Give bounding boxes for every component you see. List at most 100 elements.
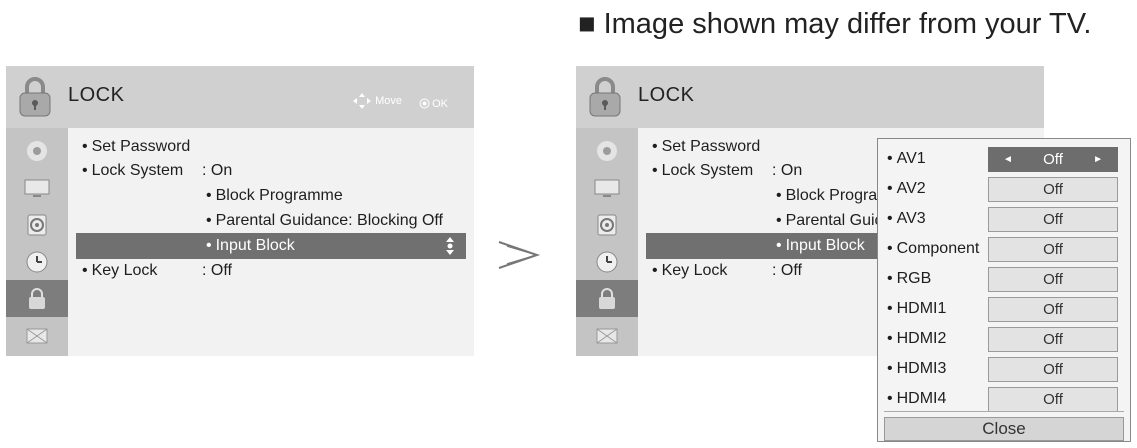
menu-content: Set Password Lock System : On Block Prog… — [68, 128, 474, 356]
input-value-selector[interactable]: Off — [988, 387, 1118, 412]
sidebar-item-time[interactable] — [576, 243, 638, 280]
lock-icon — [19, 77, 51, 117]
input-label: HDMI1 — [887, 300, 947, 318]
sidebar-item-lock[interactable] — [6, 280, 68, 317]
menu-item-block-programme[interactable]: Block Programme — [68, 183, 474, 209]
disclaimer-text: Image shown may differ from your TV. — [603, 8, 1092, 40]
lock-icon — [589, 77, 621, 117]
input-value: Off — [1043, 301, 1063, 318]
popup-divider — [884, 411, 1124, 412]
transition-arrow-icon — [498, 241, 541, 269]
audio-icon — [27, 214, 47, 235]
sidebar-item-setup[interactable] — [6, 132, 68, 169]
picture-icon — [594, 179, 620, 197]
menu-header: LOCK — [576, 66, 1044, 128]
input-label: AV1 — [887, 150, 926, 168]
move-hint-label: Move — [375, 95, 403, 107]
move-arrows-icon — [353, 93, 372, 109]
menu-item-lock-system[interactable]: Lock System : On — [68, 158, 474, 184]
input-row-rgb[interactable]: RGB Off — [878, 266, 1130, 292]
input-value-selector[interactable]: Off — [988, 267, 1118, 292]
input-value: Off — [1043, 181, 1063, 198]
ok-hint-label: OK — [432, 97, 448, 110]
sidebar-item-picture[interactable] — [576, 169, 638, 206]
input-value-selector[interactable]: Off — [988, 297, 1118, 322]
sidebar-item-audio[interactable] — [576, 206, 638, 243]
usb-icon — [596, 328, 618, 343]
square-bullet: ■ — [578, 8, 596, 40]
menu-title: LOCK — [68, 84, 125, 106]
disclaimer-note: ■ Image shown may differ from your TV. — [578, 8, 1091, 41]
audio-icon — [597, 214, 617, 235]
input-value: Off — [1043, 151, 1063, 168]
input-label: HDMI4 — [887, 390, 947, 408]
input-value-selector[interactable]: ◄ Off ► — [988, 147, 1118, 172]
setup-icon — [27, 140, 47, 161]
menu-item-set-password[interactable]: Set Password — [68, 134, 474, 160]
scroll-indicator-icon — [446, 237, 454, 255]
input-value: Off — [1043, 241, 1063, 258]
input-value: Off — [1043, 391, 1063, 408]
input-row-hdmi1[interactable]: HDMI1 Off — [878, 296, 1130, 322]
sidebar-item-lock[interactable] — [576, 280, 638, 317]
sidebar-item-usb[interactable] — [576, 317, 638, 354]
time-icon — [26, 251, 48, 272]
lock-icon — [599, 287, 615, 309]
block-programme-label: Block Progra — [776, 187, 878, 205]
input-value-selector[interactable]: Off — [988, 177, 1118, 202]
input-row-av1[interactable]: AV1 ◄ Off ► — [878, 146, 1130, 172]
set-password-label: Set Password — [82, 138, 191, 156]
lock-system-label: Lock System — [652, 162, 754, 180]
input-block-popup: AV1 ◄ Off ► AV2 Off AV3 Off Component Of… — [877, 138, 1131, 442]
menu-item-parental-guidance[interactable]: Parental Guidance: Blocking Off — [68, 208, 474, 234]
menu-title: LOCK — [638, 84, 695, 106]
input-label: AV3 — [887, 210, 926, 228]
category-sidebar — [576, 128, 638, 356]
input-row-hdmi4[interactable]: HDMI4 Off — [878, 386, 1130, 412]
input-value-selector[interactable]: Off — [988, 327, 1118, 352]
input-value-selector[interactable]: Off — [988, 357, 1118, 382]
input-value-selector[interactable]: Off — [988, 237, 1118, 262]
key-lock-value: : Off — [202, 262, 232, 279]
input-block-label: Input Block — [206, 237, 295, 255]
input-row-hdmi2[interactable]: HDMI2 Off — [878, 326, 1130, 352]
input-row-hdmi3[interactable]: HDMI3 Off — [878, 356, 1130, 382]
lock-system-label: Lock System — [82, 162, 184, 180]
input-value: Off — [1043, 331, 1063, 348]
sidebar-item-time[interactable] — [6, 243, 68, 280]
usb-icon — [26, 328, 48, 343]
close-button[interactable]: Close — [884, 417, 1124, 441]
parental-guidance-label: Parental Guic — [776, 212, 883, 230]
sidebar-item-setup[interactable] — [576, 132, 638, 169]
parental-guidance-label: Parental Guidance: Blocking Off — [206, 212, 443, 230]
input-value: Off — [1043, 271, 1063, 288]
time-icon — [596, 251, 618, 272]
sidebar-item-usb[interactable] — [6, 317, 68, 354]
sidebar-item-audio[interactable] — [6, 206, 68, 243]
input-row-av3[interactable]: AV3 Off — [878, 206, 1130, 232]
lock-menu-panel: LOCK Move OK • Set Password • Lock Syste… — [6, 66, 474, 356]
input-row-component[interactable]: Component Off — [878, 236, 1130, 262]
right-arrow-icon[interactable]: ► — [1093, 148, 1103, 171]
left-arrow-icon[interactable]: ◄ — [1003, 148, 1013, 171]
category-sidebar — [6, 128, 68, 356]
input-value: Off — [1043, 211, 1063, 228]
picture-icon — [24, 179, 50, 197]
menu-header: LOCK Move OK — [6, 66, 474, 128]
input-label: HDMI3 — [887, 360, 947, 378]
block-programme-label: Block Programme — [206, 187, 343, 205]
input-label: AV2 — [887, 180, 926, 198]
menu-item-input-block[interactable]: Input Block — [76, 233, 466, 259]
input-label: RGB — [887, 270, 932, 288]
sidebar-item-picture[interactable] — [6, 169, 68, 206]
set-password-label: Set Password — [652, 138, 761, 156]
input-row-av2[interactable]: AV2 Off — [878, 176, 1130, 202]
setup-icon — [597, 140, 617, 161]
key-lock-value: : Off — [772, 262, 802, 279]
input-value-selector[interactable]: Off — [988, 207, 1118, 232]
input-block-label: Input Block — [776, 237, 865, 255]
nav-hint: Move OK — [353, 93, 448, 112]
lock-icon — [29, 287, 45, 309]
menu-item-key-lock[interactable]: Key Lock : Off — [68, 258, 474, 284]
lock-system-value: : On — [202, 162, 233, 179]
